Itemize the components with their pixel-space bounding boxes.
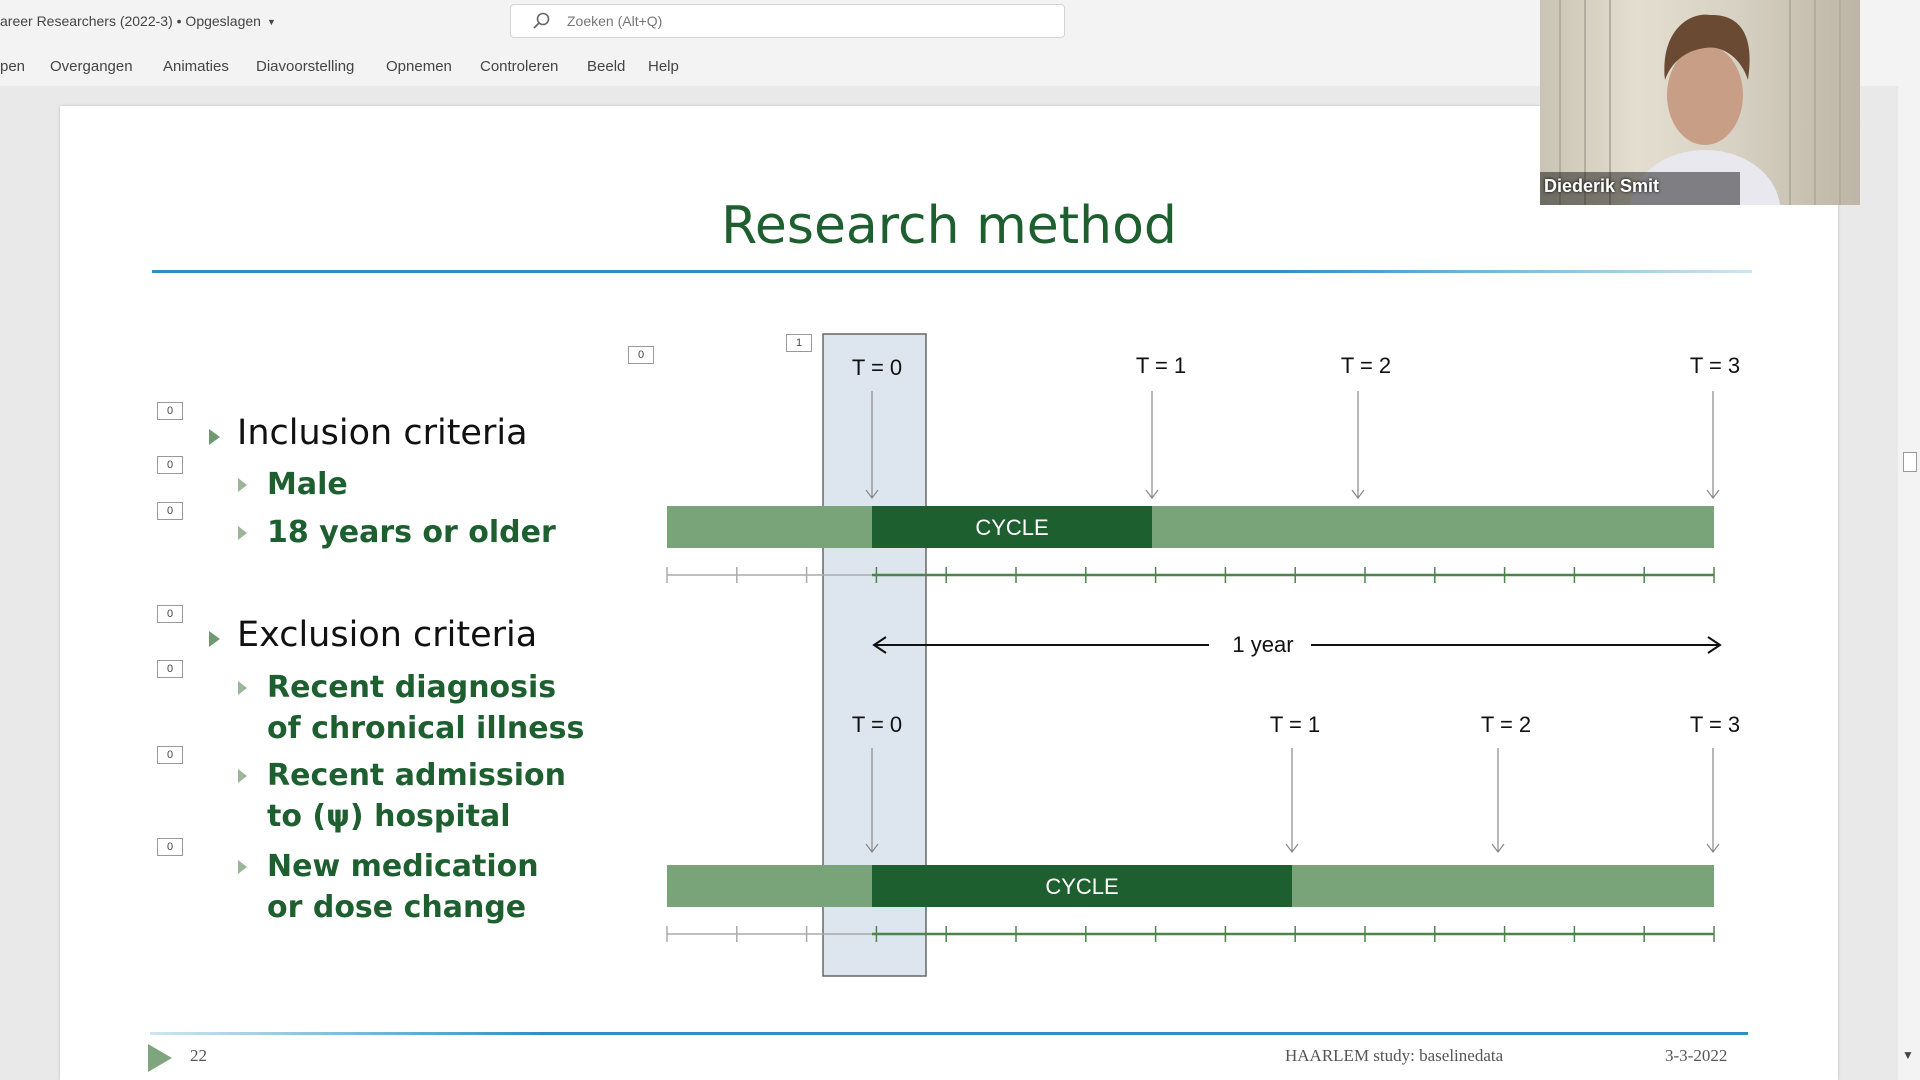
top-cycle-label: CYCLE xyxy=(975,515,1048,540)
scroll-down-icon[interactable]: ▼ xyxy=(1902,1048,1914,1062)
bottom-arrow-t3 xyxy=(1706,748,1720,853)
tab-overgangen[interactable]: Overgangen xyxy=(50,58,133,75)
search-placeholder: Zoeken (Alt+Q) xyxy=(567,13,663,29)
bottom-label-t3: T = 3 xyxy=(1690,712,1740,737)
one-year-label: 1 year xyxy=(1232,632,1293,657)
tab-help[interactable]: Help xyxy=(648,58,679,75)
top-arrow-t1 xyxy=(1145,391,1159,499)
bottom-arrow-t2 xyxy=(1491,748,1505,853)
tab-opnemen[interactable]: Opnemen xyxy=(386,58,452,75)
tab-controleren[interactable]: Controleren xyxy=(480,58,558,75)
vertical-scrollbar[interactable] xyxy=(1898,86,1920,1080)
footer-date: 3-3-2022 xyxy=(1665,1046,1728,1065)
document-title[interactable]: areer Researchers (2022-3) • Opgeslagen ▼ xyxy=(0,13,276,29)
play-icon[interactable] xyxy=(148,1044,172,1072)
search-icon xyxy=(533,12,550,29)
scroll-handle[interactable] xyxy=(1903,452,1917,472)
document-title-text: areer Researchers (2022-3) • Opgeslagen xyxy=(0,13,261,29)
slide-canvas[interactable]: Research method 0 1 0 0 0 0 0 0 0 Inclus… xyxy=(60,106,1838,1080)
bottom-label-t1: T = 1 xyxy=(1270,712,1320,737)
bottom-label-t2: T = 2 xyxy=(1481,712,1531,737)
bottom-arrow-t1 xyxy=(1285,748,1299,853)
top-label-t3: T = 3 xyxy=(1690,353,1740,378)
tab-animaties[interactable]: Animaties xyxy=(163,58,229,75)
tab-ontwerpen[interactable]: pen xyxy=(0,58,25,75)
top-label-t1: T = 1 xyxy=(1136,353,1186,378)
footer-divider xyxy=(150,1032,1748,1035)
top-bar-background xyxy=(667,506,1714,548)
chevron-down-icon[interactable]: ▼ xyxy=(267,17,276,27)
one-year-arrow xyxy=(872,636,1722,654)
top-arrow-t2 xyxy=(1351,391,1365,499)
tab-diavoorstelling[interactable]: Diavoorstelling xyxy=(256,58,354,75)
bottom-label-t0: T = 0 xyxy=(852,712,902,737)
timeline-diagram[interactable]: T = 0 T = 1 T = 2 T = 3 CYCLE 1 year T =… xyxy=(60,106,1838,1080)
webcam-video[interactable]: Diederik Smit xyxy=(1540,0,1860,205)
search-box[interactable]: Zoeken (Alt+Q) xyxy=(510,4,1065,38)
participant-name: Diederik Smit xyxy=(1544,176,1660,196)
top-label-t0: T = 0 xyxy=(852,355,902,380)
bottom-cycle-label: CYCLE xyxy=(1045,874,1118,899)
top-arrow-t3 xyxy=(1706,391,1720,499)
tab-beeld[interactable]: Beeld xyxy=(587,58,625,75)
top-label-t2: T = 2 xyxy=(1341,353,1391,378)
slide-number: 22 xyxy=(190,1046,207,1065)
footer-study-text: HAARLEM study: baselinedata xyxy=(1285,1046,1504,1065)
